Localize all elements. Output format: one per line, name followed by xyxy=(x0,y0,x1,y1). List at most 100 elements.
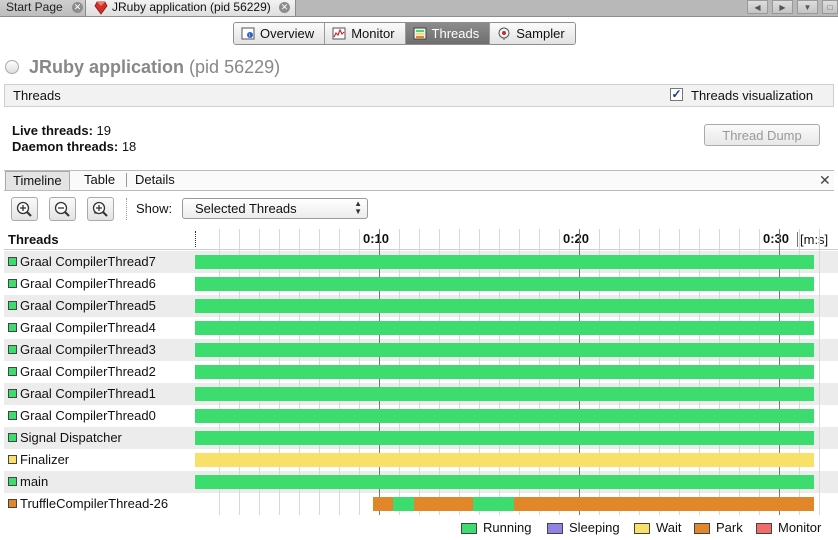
close-tab-icon[interactable]: ✕ xyxy=(279,2,290,13)
thread-state-swatch xyxy=(8,345,17,354)
legend-sleeping-swatch xyxy=(547,523,563,534)
ruby-gem-icon xyxy=(94,1,108,15)
thread-state-swatch xyxy=(8,455,17,464)
tab-timeline[interactable]: Timeline xyxy=(5,171,70,190)
thread-state-bar xyxy=(195,299,814,313)
legend-running-label: Running xyxy=(483,520,532,535)
thread-state-swatch xyxy=(8,477,17,486)
threads-visualization-checkbox[interactable]: ✓ xyxy=(670,88,683,101)
monitor-icon xyxy=(332,27,346,40)
restore-window-icon[interactable]: □ xyxy=(822,0,838,14)
thread-state-segment xyxy=(373,497,393,511)
thread-name: Signal Dispatcher xyxy=(20,430,122,445)
tick-label: 0:30 xyxy=(763,231,790,246)
thread-name: Graal CompilerThread1 xyxy=(20,386,156,401)
zoom-out-icon xyxy=(54,201,70,217)
threads-visualization-label: Threads visualization xyxy=(691,88,814,103)
sampler-icon xyxy=(498,27,510,40)
page-title: JRuby application (pid 56229) xyxy=(29,57,280,78)
tab-label: JRuby application (pid 56229) xyxy=(112,0,271,14)
live-threads-label: Live threads: xyxy=(12,123,93,138)
zoom-fit-icon xyxy=(92,201,108,217)
view-switcher: i Overview Monitor Threads Sampler xyxy=(233,22,576,45)
threads-button[interactable]: Threads xyxy=(405,23,491,44)
app-pid: (pid 56229) xyxy=(189,57,281,77)
legend-park-label: Park xyxy=(716,520,743,535)
tab-label: Start Page xyxy=(6,0,63,14)
svg-text:i: i xyxy=(249,33,250,39)
scroll-tabs-right-icon[interactable]: ▶ xyxy=(772,0,793,14)
close-panel-icon[interactable]: ✕ xyxy=(819,172,831,189)
legend-wait-label: Wait xyxy=(656,520,682,535)
tab-list-dropdown-icon[interactable]: ▼ xyxy=(797,0,818,14)
thread-state-bar xyxy=(195,387,814,401)
scroll-tabs-left-icon[interactable]: ◀ xyxy=(747,0,768,14)
sampler-button[interactable]: Sampler xyxy=(490,23,575,44)
overview-button[interactable]: i Overview xyxy=(234,23,326,44)
thread-state-swatch xyxy=(8,257,17,266)
thread-state-bar xyxy=(195,321,814,335)
show-filter-value: Selected Threads xyxy=(195,201,297,216)
live-threads-stat: Live threads: 19 xyxy=(12,123,111,138)
thread-state-swatch xyxy=(8,301,17,310)
daemon-threads-stat: Daemon threads: 18 xyxy=(12,139,136,154)
thread-state-swatch xyxy=(8,367,17,376)
legend-wait-swatch xyxy=(634,523,650,534)
thread-state-bar xyxy=(195,277,814,291)
legend-running-swatch xyxy=(461,523,477,534)
tab-details[interactable]: Details xyxy=(128,171,182,190)
thread-state-bar xyxy=(195,475,814,489)
legend-monitor-label: Monitor xyxy=(778,520,822,535)
thread-name: Graal CompilerThread7 xyxy=(20,254,156,269)
toolbar-separator xyxy=(126,198,128,220)
thread-name: Graal CompilerThread4 xyxy=(20,320,156,335)
thread-name: Graal CompilerThread2 xyxy=(20,364,156,379)
thread-name: main xyxy=(20,474,49,489)
thread-state-bar xyxy=(195,431,814,445)
zoom-in-icon xyxy=(16,201,32,217)
sampler-label: Sampler xyxy=(516,25,565,41)
updown-arrows-icon: ▲ ▼ xyxy=(354,199,362,216)
zoom-in-button[interactable] xyxy=(11,197,38,221)
overview-label: Overview xyxy=(260,25,315,41)
threads-column-header: Threads xyxy=(8,232,59,247)
thread-name: Finalizer xyxy=(20,452,70,467)
monitor-button[interactable]: Monitor xyxy=(325,23,406,44)
thread-state-swatch xyxy=(8,411,17,420)
tab-divider xyxy=(126,173,127,187)
show-filter-select[interactable]: Selected Threads ▲ ▼ xyxy=(182,198,368,219)
thread-state-bar xyxy=(195,255,814,269)
thread-state-segment xyxy=(414,497,473,511)
close-tab-icon[interactable]: ✕ xyxy=(72,2,83,13)
tick-label: 0:20 xyxy=(563,231,590,246)
tab-table[interactable]: Table xyxy=(77,171,122,190)
tab-start-page[interactable]: Start Page ✕ xyxy=(0,0,86,16)
legend-monitor-swatch xyxy=(756,523,772,534)
time-unit-label: [m:s] xyxy=(797,232,828,247)
thread-state-segment xyxy=(514,497,814,511)
thread-state-bar xyxy=(195,343,814,357)
thread-dump-button[interactable]: Thread Dump xyxy=(704,124,820,146)
thread-state-swatch xyxy=(8,499,17,508)
grid-line xyxy=(819,229,820,515)
thread-state-swatch xyxy=(8,323,17,332)
thread-state-bar xyxy=(195,365,814,379)
thread-name: Graal CompilerThread6 xyxy=(20,276,156,291)
section-title: Threads xyxy=(13,88,61,103)
overview-icon: i xyxy=(241,27,255,40)
live-threads-value: 19 xyxy=(96,123,112,138)
tab-jruby-application[interactable]: JRuby application (pid 56229) ✕ xyxy=(86,0,296,16)
threads-icon xyxy=(413,27,427,40)
show-label: Show: xyxy=(136,201,173,216)
thread-name: Graal CompilerThread5 xyxy=(20,298,156,313)
monitor-label: Monitor xyxy=(351,25,395,41)
zoom-out-button[interactable] xyxy=(49,197,76,221)
daemon-threads-label: Daemon threads: xyxy=(12,139,119,154)
thread-name: Graal CompilerThread3 xyxy=(20,342,156,357)
thread-state-segment xyxy=(473,497,514,511)
thread-state-swatch xyxy=(8,433,17,442)
app-name: JRuby application xyxy=(29,57,185,77)
fit-zoom-button[interactable] xyxy=(87,197,114,221)
thread-state-segment xyxy=(393,497,414,511)
timeline-header xyxy=(4,228,838,250)
